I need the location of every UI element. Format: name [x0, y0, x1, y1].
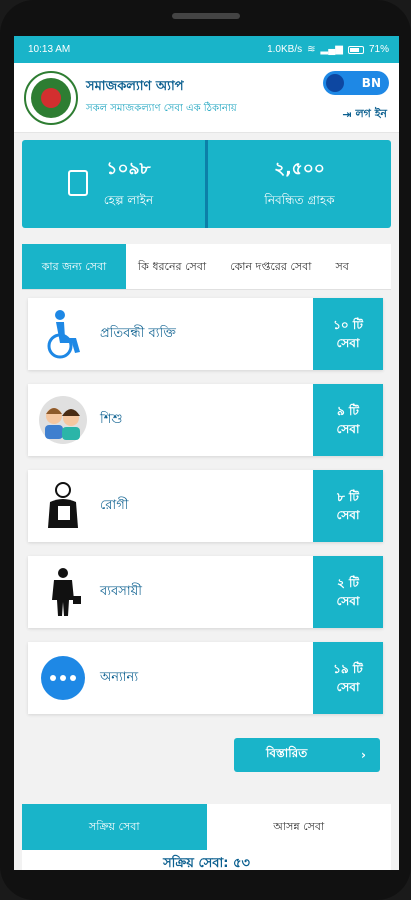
stats-banner: ১০৯৮ হেল্প লাইন ২,৫০০ নিবন্ধিত গ্রাহক [22, 140, 391, 228]
service-count-badge[interactable]: ৮ টি সেবা [313, 470, 383, 542]
registered-users-stat: ২,৫০০ নিবন্ধিত গ্রাহক [208, 140, 391, 228]
more-icon [41, 656, 85, 700]
language-label: BN [361, 76, 381, 90]
registered-count: ২,৫০০ [274, 159, 325, 179]
service-count-badge[interactable]: ১৯ টি সেবা [313, 642, 383, 714]
service-count-badge[interactable]: ২ টি সেবা [313, 556, 383, 628]
active-services-heading: সক্রিয় সেবা: ৫৩ [22, 850, 391, 870]
helpline-stat[interactable]: ১০৯৮ হেল্প লাইন [22, 140, 205, 228]
phone-frame: 10:13 AM 1.0KB/s ≋ ▂▄▆ 71% সমাজকল্যাণ অ্… [0, 0, 411, 900]
status-bar: 10:13 AM 1.0KB/s ≋ ▂▄▆ 71% [14, 36, 399, 63]
service-unit: সেবা [336, 336, 360, 350]
tab-service-type[interactable]: কি ধরনের সেবা [126, 244, 218, 289]
battery-level: 71% [368, 44, 389, 55]
businessman-icon [52, 568, 81, 616]
login-button[interactable]: ⇥ লগ ইন [342, 105, 387, 124]
service-list: প্রতিবন্ধী ব্যক্তি ১০ টি সেবা শিশু ৯ টি … [28, 298, 383, 728]
helpline-label: হেল্প লাইন [103, 193, 154, 207]
app-title: সমাজকল্যাণ অ্যাপ [86, 79, 184, 94]
wifi-icon: ≋ [307, 44, 316, 55]
service-count: ৯ টি [337, 403, 359, 418]
service-count: ১৯ টি [333, 661, 363, 676]
govt-logo [24, 71, 78, 125]
service-count-badge[interactable]: ৯ টি সেবা [313, 384, 383, 456]
list-item[interactable]: শিশু ৯ টি সেবা [28, 384, 383, 456]
bottom-tabs: সক্রিয় সেবা আসন্ন সেবা [22, 804, 391, 850]
tab-all[interactable]: সব [323, 244, 360, 289]
chevron-right-icon: › [361, 748, 366, 762]
details-button[interactable]: বিস্তারিত › [234, 738, 380, 772]
service-unit: সেবা [336, 422, 360, 436]
service-count: ১০ টি [333, 317, 363, 332]
toggle-knob [326, 74, 344, 92]
tab-office[interactable]: কোন দপ্তরের সেবা [218, 244, 323, 289]
phone-icon [68, 170, 88, 196]
children-icon [39, 396, 87, 444]
speaker-grille [172, 13, 240, 19]
item-name: রোগী [100, 498, 129, 513]
app-screen: 10:13 AM 1.0KB/s ≋ ▂▄▆ 71% সমাজকল্যাণ অ্… [14, 36, 399, 870]
network-speed: 1.0KB/s [267, 44, 303, 55]
details-label: বিস্তারিত [266, 746, 308, 760]
list-item[interactable]: রোগী ৮ টি সেবা [28, 470, 383, 542]
service-count-badge[interactable]: ১০ টি সেবা [313, 298, 383, 370]
signal-icon: ▂▄▆ [320, 44, 343, 55]
login-icon: ⇥ [342, 108, 352, 121]
app-subtitle: সকল সমাজকল্যাণ সেবা এক ঠিকানায় [86, 103, 237, 114]
wheelchair-icon [47, 310, 80, 359]
service-unit: সেবা [336, 680, 360, 694]
app-header: সমাজকল্যাণ অ্যাপ সকল সমাজকল্যাণ সেবা এক … [14, 63, 399, 133]
service-count: ২ টি [337, 575, 359, 590]
service-category-tabs: কার জন্য সেবা কি ধরনের সেবা কোন দপ্তরের … [22, 244, 391, 290]
item-name: শিশু [100, 412, 123, 427]
status-indicators: 1.0KB/s ≋ ▂▄▆ 71% [267, 44, 389, 55]
helpline-number: ১০৯৮ [106, 159, 151, 179]
tab-upcoming-services[interactable]: আসন্ন সেবা [207, 804, 392, 850]
language-toggle[interactable]: BN [323, 71, 389, 95]
service-unit: সেবা [336, 594, 360, 608]
login-label: লগ ইন [355, 107, 387, 120]
list-item[interactable]: প্রতিবন্ধী ব্যক্তি ১০ টি সেবা [28, 298, 383, 370]
list-item[interactable]: ব্যবসায়ী ২ টি সেবা [28, 556, 383, 628]
item-name: ব্যবসায়ী [100, 584, 142, 599]
tab-for-whom[interactable]: কার জন্য সেবা [22, 244, 126, 289]
status-time: 10:13 AM [28, 44, 71, 55]
registered-label: নিবন্ধিত গ্রাহক [264, 193, 335, 207]
tab-active-services[interactable]: সক্রিয় সেবা [22, 804, 207, 850]
service-count: ৮ টি [337, 489, 359, 504]
list-item[interactable]: অন্যান্য ১৯ টি সেবা [28, 642, 383, 714]
battery-icon [347, 45, 364, 54]
item-name: প্রতিবন্ধী ব্যক্তি [100, 326, 176, 341]
service-unit: সেবা [336, 508, 360, 522]
patient-icon [48, 482, 78, 528]
item-name: অন্যান্য [100, 670, 139, 685]
